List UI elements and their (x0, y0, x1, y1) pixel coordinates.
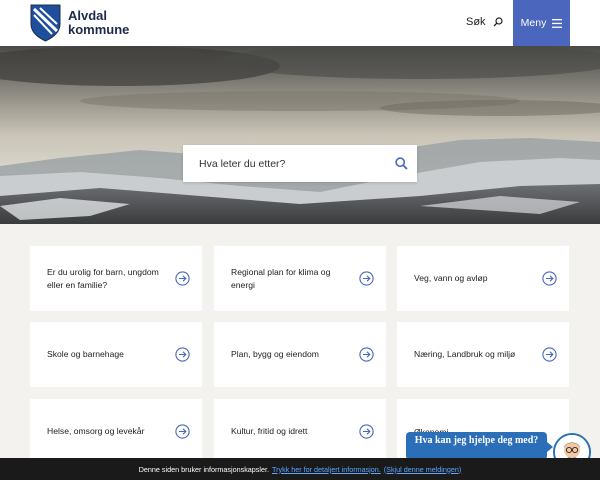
cookie-notice-text: Denne siden bruker informasjonskapsler. (138, 464, 269, 474)
service-card[interactable]: Skole og barnehage (30, 322, 202, 387)
service-card[interactable]: Kultur, fritid og idrett (214, 399, 386, 464)
menu-label: Meny (520, 17, 547, 29)
hero-landscape-image (0, 46, 600, 224)
arrow-circle-right-icon (175, 271, 190, 286)
logo-line-2: kommune (68, 22, 130, 37)
service-card[interactable]: Veg, vann og avløp (397, 246, 569, 311)
arrow-circle-right-icon (359, 271, 374, 286)
arrow-circle-right-icon (542, 347, 557, 362)
service-card[interactable]: Plan, bygg og eiendom (214, 322, 386, 387)
service-card-label: Kultur, fritid og idrett (231, 426, 308, 437)
hero-search-input[interactable] (199, 157, 395, 170)
menu-button[interactable]: Meny (513, 0, 570, 46)
search-icon[interactable] (395, 157, 408, 170)
hero-search-box (183, 145, 417, 182)
service-card[interactable]: Regional plan for klima og energi (214, 246, 386, 311)
search-icon (493, 17, 503, 27)
service-card-label: Regional plan for klima og energi (231, 267, 331, 290)
arrow-circle-right-icon (542, 271, 557, 286)
cookie-notice-bar: Denne siden bruker informasjonskapsler. … (0, 458, 600, 480)
hero-banner (0, 46, 600, 224)
logo-line-1: Alvdal (68, 8, 108, 23)
service-card-label: Helse, omsorg og levekår (47, 426, 145, 437)
arrow-circle-right-icon (175, 347, 190, 362)
service-card-label: Skole og barnehage (47, 349, 124, 360)
service-card[interactable]: Næring, Landbruk og miljø (397, 322, 569, 387)
hamburger-icon (552, 18, 563, 28)
site-logo[interactable]: Alvdal kommune (30, 4, 129, 42)
header-search-label: Søk (466, 16, 486, 28)
arrow-circle-right-icon (359, 424, 374, 439)
service-card-label: Næring, Landbruk og miljø (414, 349, 516, 360)
service-card-label: Er du urolig for barn, ungdom eller en f… (47, 267, 159, 290)
service-card-label: Veg, vann og avløp (414, 273, 488, 284)
service-card-label: Plan, bygg og eiendom (231, 349, 319, 360)
service-card[interactable]: Er du urolig for barn, ungdom eller en f… (30, 246, 202, 311)
header-search-button[interactable]: Søk (466, 16, 503, 28)
coat-of-arms-icon (30, 4, 61, 42)
cookie-hide-link[interactable]: (Skjul denne meldingen) (384, 465, 462, 474)
site-header: Alvdal kommune Søk Meny (0, 0, 600, 46)
cookie-details-link[interactable]: Trykk her for detaljert informasjon. (272, 465, 381, 474)
logo-text: Alvdal kommune (68, 9, 129, 37)
arrow-circle-right-icon (359, 347, 374, 362)
service-card[interactable]: Helse, omsorg og levekår (30, 399, 202, 464)
chat-prompt-bubble[interactable]: Hva kan jeg hjelpe deg med? (406, 432, 553, 460)
arrow-circle-right-icon (175, 424, 190, 439)
